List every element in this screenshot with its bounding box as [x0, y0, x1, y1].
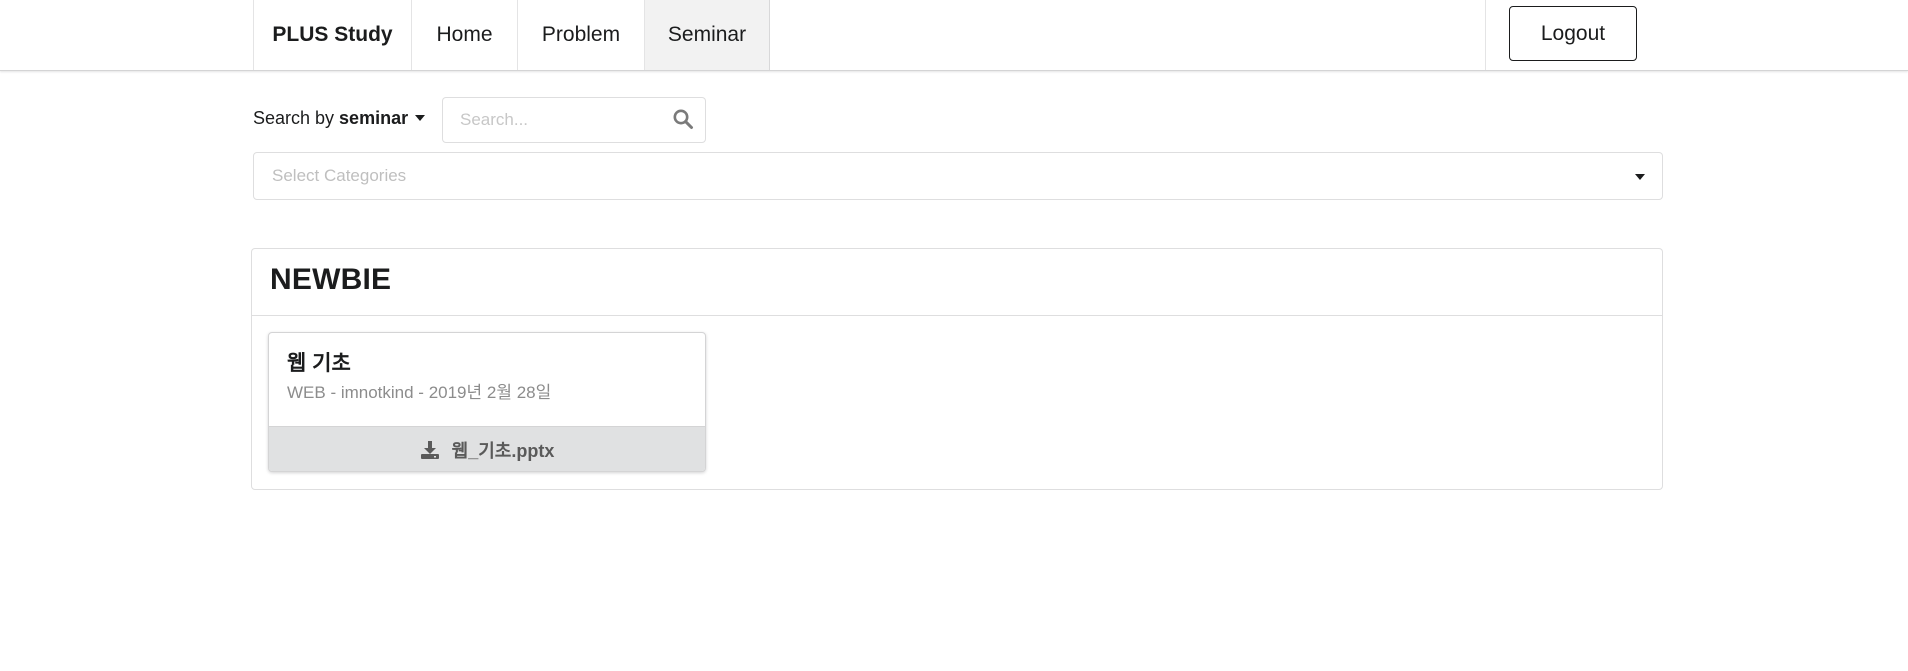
brand-link[interactable]: PLUS Study [253, 0, 412, 70]
menu-divider [1485, 0, 1486, 70]
seminar-card: 웹 기초 WEB - imnotkind - 2019년 2월 28일 웹_기초… [268, 332, 706, 472]
seminar-meta: WEB - imnotkind - 2019년 2월 28일 [287, 383, 552, 402]
nav-item-problem[interactable]: Problem [518, 0, 645, 70]
logout-button[interactable]: Logout [1509, 6, 1637, 61]
search-icon[interactable] [672, 108, 694, 130]
caret-down-icon [1635, 174, 1645, 180]
search-by-value: seminar [339, 107, 409, 128]
search-by-dropdown[interactable]: Search by seminar [253, 106, 426, 130]
seminar-group-header: NEWBIE [252, 249, 1662, 316]
nav-item-home[interactable]: Home [412, 0, 518, 70]
search-input[interactable] [443, 98, 663, 142]
seminar-group-title: NEWBIE [270, 263, 392, 296]
category-select[interactable]: Select Categories [253, 152, 1663, 200]
seminar-group: NEWBIE 웹 기초 WEB - imnotkind - 2019년 2월 2… [251, 248, 1663, 490]
download-button[interactable]: 웹_기초.pptx [269, 426, 705, 471]
download-filename: 웹_기초.pptx [451, 441, 555, 461]
search-field [442, 97, 706, 143]
category-placeholder: Select Categories [272, 166, 407, 185]
nav-item-seminar[interactable]: Seminar [645, 0, 770, 70]
top-menu: PLUS Study Home Problem Seminar Logout [0, 0, 1908, 71]
caret-down-icon [415, 115, 426, 121]
download-icon [420, 441, 439, 459]
seminar-title: 웹 기초 [287, 352, 351, 375]
search-by-label: Search by [253, 107, 335, 128]
